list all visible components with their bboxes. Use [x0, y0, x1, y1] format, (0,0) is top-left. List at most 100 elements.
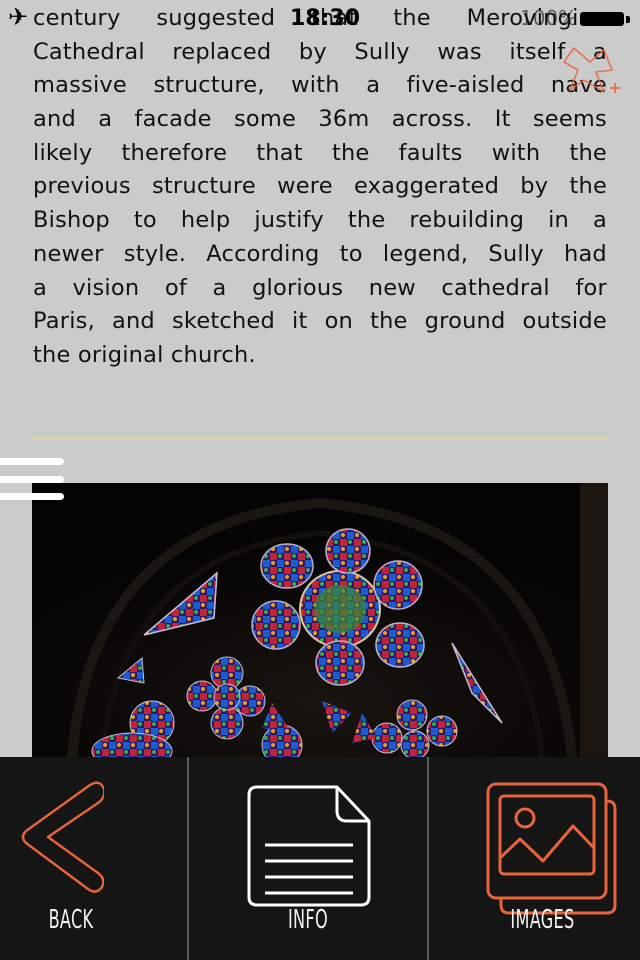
article-word: suggested — [156, 5, 276, 31]
article-line: Paris, and sketched it on the ground outside — [33, 305, 607, 339]
article-word: style. — [123, 240, 187, 267]
article-word: itself — [509, 38, 566, 65]
article-word: a — [212, 274, 227, 301]
article-word: to — [133, 207, 157, 234]
article-word: that — [310, 5, 358, 31]
menu-line — [0, 493, 64, 500]
menu-button[interactable] — [0, 455, 66, 503]
article-word: Paris, — [33, 308, 95, 335]
tab-images-label: IMAGES — [510, 905, 575, 935]
article-word: glorious — [252, 274, 344, 301]
article-word: legend, — [382, 240, 469, 267]
article-line: and a facade some 36m across. It seems — [33, 103, 607, 137]
article-word: five-aisled — [406, 72, 525, 99]
article-word: with — [291, 72, 340, 99]
article-word: Merovingian — [466, 5, 607, 31]
article-word: and — [33, 106, 76, 133]
article-line: likely therefore that the faults with the — [33, 137, 607, 171]
article-line: newer style. According to legend, Sully had — [33, 238, 607, 272]
article-word: massive — [33, 72, 127, 99]
article-word: exaggerated — [353, 173, 500, 200]
article-word: According — [206, 240, 320, 267]
article-body: century suggested that the Merovingian Cathe… — [33, 2, 607, 373]
article-word: the — [393, 5, 431, 31]
article-word: century — [33, 5, 121, 31]
pin-icon[interactable] — [560, 40, 624, 96]
tab-images[interactable]: IMAGES — [427, 757, 640, 960]
article-word: a — [593, 207, 607, 234]
article-line: Cathedral replaced by Sully was itself a — [33, 36, 607, 70]
chevron-left-icon — [21, 781, 104, 893]
article-word: cathedral — [441, 274, 550, 301]
article-word: on — [324, 308, 354, 335]
menu-line — [0, 476, 64, 483]
article-word: across. — [391, 106, 473, 133]
article-word: new — [368, 274, 416, 301]
article-word: replaced — [172, 38, 272, 65]
article-word: therefore — [121, 139, 228, 166]
article-word: Sully — [488, 240, 544, 267]
tab-info-label: INFO — [287, 905, 329, 935]
article-word: the — [370, 308, 408, 335]
article-word: that — [256, 139, 303, 166]
article-word: a — [366, 72, 381, 99]
article-word: It — [494, 106, 511, 133]
article-word: Cathedral — [33, 38, 145, 65]
tab-bar: BACK INFO IMAGES — [0, 757, 640, 960]
article-word: 36m — [318, 106, 370, 133]
airplane-icon: ✈ — [8, 4, 29, 31]
section-divider — [32, 437, 608, 440]
article-word: a — [33, 274, 47, 301]
article-word: it — [292, 308, 308, 335]
article-word: the — [347, 207, 386, 234]
article-word: for — [575, 274, 607, 301]
article-word: some — [233, 106, 297, 133]
article-word: sketched — [171, 308, 275, 335]
article-word: Bishop — [33, 207, 110, 234]
article-word: rebuilding — [409, 207, 525, 234]
article-word: help — [180, 207, 231, 234]
article-word: likely — [33, 139, 93, 166]
article-word: seems — [532, 106, 607, 133]
article-word: in — [548, 207, 570, 234]
article-line: previous structure were exaggerated by the — [33, 170, 607, 204]
article-line: the original church. — [33, 341, 256, 368]
article-word: had — [563, 240, 607, 267]
photo-illustration — [32, 483, 608, 757]
article-word: and — [111, 308, 155, 335]
tab-back-label: BACK — [48, 905, 94, 935]
article-word: the — [331, 139, 370, 166]
article-word: were — [277, 173, 333, 200]
menu-line — [0, 458, 64, 465]
article-line: Bishop to help justify the rebuilding in a — [33, 204, 607, 238]
stained-glass-photo[interactable] — [32, 483, 608, 757]
article-word: structure, — [153, 72, 265, 99]
article-word: a — [98, 106, 113, 133]
article-word: of — [164, 274, 187, 301]
article-word: previous — [33, 173, 131, 200]
image-gallery-icon — [486, 782, 617, 915]
article-word: to — [339, 240, 363, 267]
article-word: by — [298, 38, 327, 65]
article-word: facade — [134, 106, 212, 133]
article-word: was — [437, 38, 482, 65]
article-word: the — [569, 139, 607, 166]
article-word: outside — [522, 308, 607, 335]
article-word: newer — [33, 240, 104, 267]
article-word: faults — [398, 139, 463, 166]
document-icon — [247, 785, 371, 907]
article-word: justify — [254, 207, 324, 234]
article-line: massive structure, with a five-aisled nave — [33, 69, 607, 103]
article-word: by — [520, 173, 549, 200]
tab-info[interactable]: INFO — [187, 757, 427, 960]
battery-tip — [626, 16, 630, 23]
article-word: the — [569, 173, 607, 200]
article-word: structure — [151, 173, 256, 200]
article-word: ground — [424, 308, 506, 335]
article-word: with — [491, 139, 541, 166]
article-line: century suggested that the Merovingian — [33, 2, 607, 36]
tab-back[interactable]: BACK — [0, 757, 187, 960]
article-line: a vision of a glorious new cathedral for — [33, 272, 607, 306]
article-word: Sully — [354, 38, 410, 65]
article-word: vision — [72, 274, 140, 301]
